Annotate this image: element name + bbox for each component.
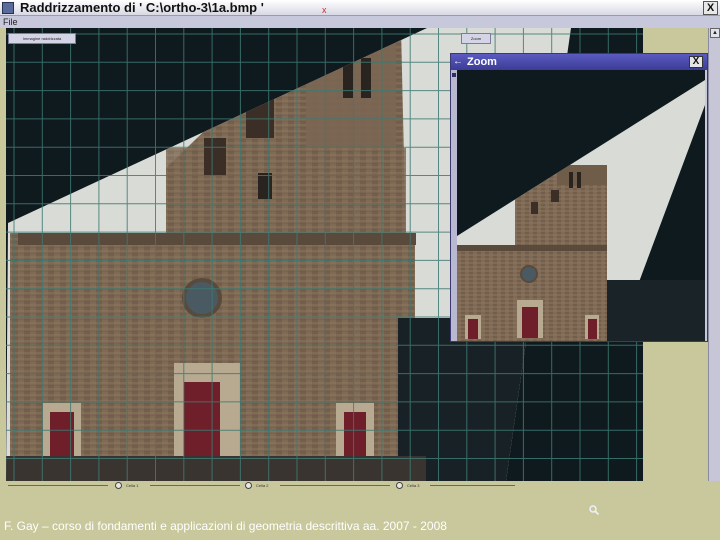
status-cell-3-icon[interactable] <box>396 482 403 489</box>
statusbar <box>0 481 720 494</box>
scroll-up-arrow[interactable]: ▲ <box>710 28 720 38</box>
status-divider <box>150 485 240 486</box>
arrow-left-icon[interactable]: ← <box>453 56 463 68</box>
status-divider <box>280 485 390 486</box>
menu-file[interactable]: File <box>3 16 18 28</box>
status-divider <box>8 485 108 486</box>
app-icon <box>2 2 14 14</box>
zoom-window[interactable]: ← Zoom X <box>450 53 708 342</box>
zoom-tool-icon[interactable] <box>452 73 456 77</box>
status-cell-1-icon[interactable] <box>115 482 122 489</box>
zoom-titlebar[interactable]: ← Zoom X <box>451 54 707 70</box>
rectified-image-button[interactable]: Immagine raddrizzata <box>8 33 76 44</box>
zoom-close-button[interactable]: X <box>689 56 703 68</box>
zoom-image <box>457 80 705 341</box>
status-cell-2-label: Cella 2 <box>256 483 269 488</box>
title-mark: x <box>322 5 327 15</box>
window-title: Raddrizzamento di ' C:\ortho-3\1a.bmp ' <box>20 0 264 15</box>
status-cell-2-icon[interactable] <box>245 482 252 489</box>
zoom-button[interactable]: Zoom <box>461 33 491 44</box>
status-divider <box>430 485 515 486</box>
zoom-canvas[interactable] <box>457 70 705 341</box>
menubar: File <box>0 16 720 28</box>
window-titlebar: Raddrizzamento di ' C:\ortho-3\1a.bmp ' … <box>0 0 720 16</box>
status-cell-3-label: Cella 3 <box>407 483 420 488</box>
window-close-button[interactable]: X <box>703 1 718 15</box>
zoom-window-title: Zoom <box>467 56 497 68</box>
magnifier-icon[interactable] <box>589 505 599 515</box>
status-cell-1-label: Cella 1 <box>126 483 139 488</box>
vertical-scrollbar[interactable]: ▲ ▼ <box>708 28 720 494</box>
footer-caption: F. Gay – corso di fondamenti e applicazi… <box>4 519 447 533</box>
